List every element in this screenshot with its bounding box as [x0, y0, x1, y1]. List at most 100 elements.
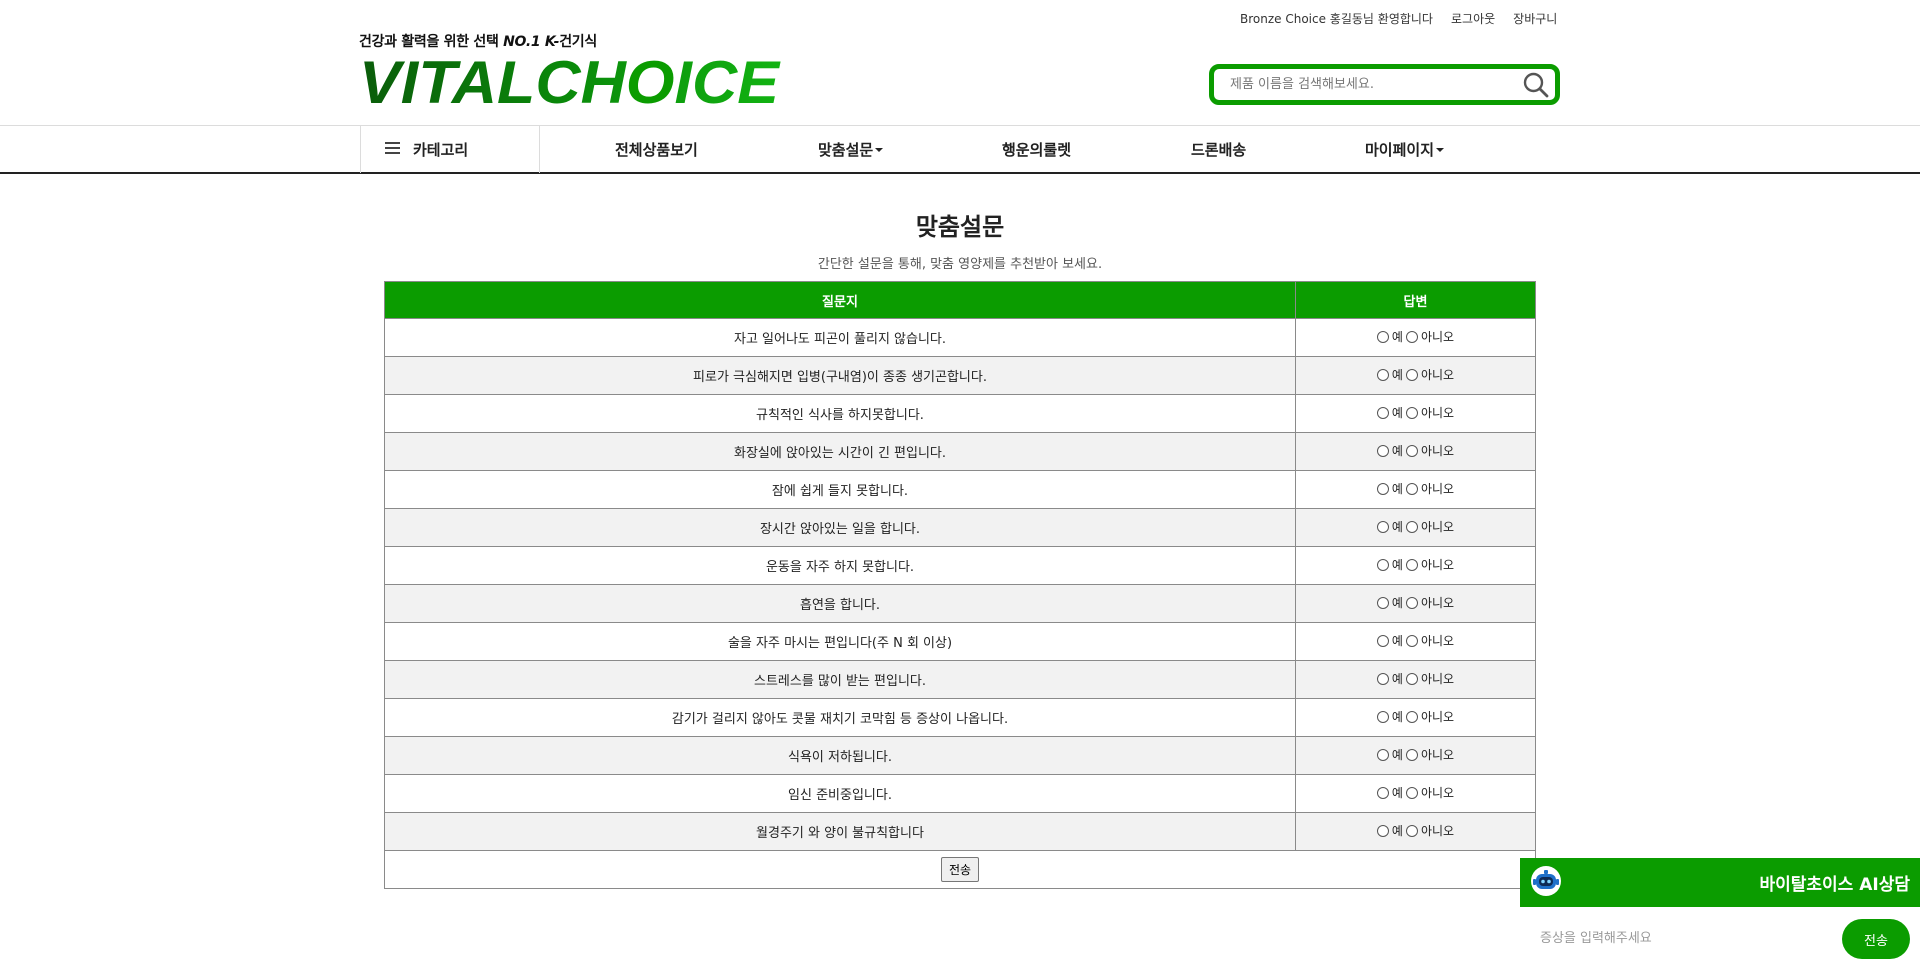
- nav-label: 드론배송: [1191, 141, 1247, 159]
- survey-submit-button[interactable]: 전송: [940, 857, 980, 882]
- radio-no-label: 아니오: [1420, 330, 1455, 345]
- chat-send-button[interactable]: 전송: [1842, 919, 1910, 959]
- radio-yes-label: 예: [1391, 444, 1403, 459]
- radio-no-label: 아니오: [1420, 672, 1455, 687]
- radio-yes[interactable]: [1376, 558, 1389, 571]
- caret-down-icon: [1436, 147, 1445, 152]
- answer-radio-group: 예 아니오: [1376, 670, 1455, 687]
- radio-no[interactable]: [1405, 824, 1418, 837]
- nav-item-custom-survey[interactable]: 맞춤설문: [818, 126, 884, 173]
- radio-no-label: 아니오: [1420, 520, 1455, 535]
- tagline-prefix: 건강과 활력을 위한 선택: [359, 34, 499, 50]
- answer-cell: 예 아니오: [1295, 774, 1536, 813]
- submit-row: 전송: [384, 850, 1536, 889]
- radio-yes[interactable]: [1376, 748, 1389, 761]
- radio-no[interactable]: [1405, 710, 1418, 723]
- answer-cell: 예 아니오: [1295, 356, 1536, 395]
- radio-no-label: 아니오: [1420, 634, 1455, 649]
- radio-yes-label: 예: [1391, 748, 1403, 763]
- radio-yes[interactable]: [1376, 368, 1389, 381]
- radio-yes-label: 예: [1391, 786, 1403, 801]
- question-text: 잠에 쉽게 들지 못합니다.: [384, 470, 1296, 509]
- answer-radio-group: 예 아니오: [1376, 480, 1454, 497]
- answer-cell: 예 아니오: [1295, 432, 1536, 471]
- radio-yes[interactable]: [1376, 786, 1389, 799]
- search-icon[interactable]: [1517, 69, 1555, 100]
- category-menu-button[interactable]: 카테고리: [360, 126, 540, 173]
- answer-cell: 예 아니오: [1295, 736, 1536, 775]
- svg-text:VITALCHOICE: VITALCH OICE: [359, 53, 781, 109]
- table-row: 피로가 극심해지면 입병(구내염)이 종종 생기곤합니다. 예 아니오: [384, 356, 1536, 395]
- radio-yes[interactable]: [1376, 672, 1389, 685]
- nav-item-drone-delivery[interactable]: 드론배송: [1191, 126, 1246, 173]
- nav-item-lucky-roulette[interactable]: 행운의룰렛: [1002, 126, 1071, 173]
- answer-cell: 예 아니오: [1295, 698, 1536, 737]
- table-row: 자고 일어나도 피곤이 풀리지 않습니다. 예 아니오: [384, 318, 1536, 357]
- logout-link[interactable]: 로그아웃: [1451, 10, 1495, 27]
- radio-yes[interactable]: [1376, 330, 1389, 343]
- table-row: 월경주기 와 양이 불규칙합니다 예 아니오: [384, 812, 1536, 851]
- radio-yes[interactable]: [1376, 596, 1389, 609]
- column-header-question: 질문지: [384, 281, 1296, 319]
- radio-no[interactable]: [1405, 482, 1418, 495]
- radio-yes[interactable]: [1376, 520, 1389, 533]
- question-text: 자고 일어나도 피곤이 풀리지 않습니다.: [384, 318, 1296, 357]
- welcome-text: Bronze Choice 홍길동님 환영합니다: [1240, 12, 1433, 26]
- search-bar: [1209, 64, 1560, 105]
- nav-label: 맞춤설문: [818, 141, 874, 159]
- radio-no-label: 아니오: [1420, 710, 1455, 725]
- radio-yes[interactable]: [1376, 824, 1389, 837]
- radio-no[interactable]: [1405, 596, 1418, 609]
- question-text: 임신 준비중입니다.: [384, 774, 1296, 813]
- radio-yes-label: 예: [1391, 710, 1403, 725]
- radio-no[interactable]: [1405, 672, 1418, 685]
- radio-yes[interactable]: [1376, 710, 1389, 723]
- radio-yes[interactable]: [1376, 482, 1389, 495]
- radio-no[interactable]: [1405, 444, 1418, 457]
- answer-radio-group: 예 아니오: [1376, 746, 1454, 763]
- radio-no[interactable]: [1405, 406, 1418, 419]
- table-row: 흡연을 합니다. 예 아니오: [384, 584, 1536, 623]
- cart-link[interactable]: 장바구니: [1513, 10, 1557, 27]
- radio-yes-label: 예: [1391, 482, 1403, 497]
- page-title: 맞춤설문: [915, 213, 1005, 241]
- radio-no[interactable]: [1405, 520, 1418, 533]
- radio-no[interactable]: [1405, 330, 1418, 343]
- radio-no-label: 아니오: [1420, 786, 1455, 801]
- chat-title: 바이탈초이스 AI상담: [1759, 875, 1910, 895]
- radio-yes-label: 예: [1391, 596, 1403, 611]
- question-text: 월경주기 와 양이 불규칙합니다: [384, 812, 1296, 851]
- radio-no-label: 아니오: [1420, 824, 1455, 839]
- submit-cell: 전송: [384, 850, 1536, 889]
- radio-no-label: 아니오: [1420, 596, 1455, 611]
- table-row: 임신 준비중입니다. 예 아니오: [384, 774, 1536, 813]
- radio-no[interactable]: [1405, 748, 1418, 761]
- table-row: 화장실에 앉아있는 시간이 긴 편입니다. 예 아니오: [384, 432, 1536, 471]
- tagline-highlight: NO.1 K-: [503, 34, 560, 50]
- answer-cell: 예 아니오: [1295, 584, 1536, 623]
- radio-no[interactable]: [1405, 558, 1418, 571]
- radio-no[interactable]: [1405, 634, 1418, 647]
- nav-item-mypage[interactable]: 마이페이지: [1365, 126, 1445, 173]
- radio-yes[interactable]: [1376, 406, 1389, 419]
- radio-yes[interactable]: [1376, 634, 1389, 647]
- radio-yes[interactable]: [1376, 444, 1389, 457]
- nav-item-all-products[interactable]: 전체상품보기: [615, 126, 698, 173]
- logo-tagline: 건강과 활력을 위한 선택 NO.1 K-건기식: [359, 31, 783, 51]
- question-text: 술을 자주 마시는 편입니다(주 N 회 이상): [384, 622, 1296, 661]
- ai-chat-header[interactable]: 바이탈초이스 AI상담: [1520, 858, 1920, 907]
- question-text: 흡연을 합니다.: [384, 584, 1296, 623]
- radio-no[interactable]: [1405, 368, 1418, 381]
- column-header-answer: 답변: [1295, 281, 1536, 319]
- hamburger-icon: [385, 141, 401, 159]
- radio-yes-label: 예: [1391, 558, 1403, 573]
- symptom-input[interactable]: [1530, 920, 1830, 956]
- answer-radio-group: 예 아니오: [1376, 366, 1454, 383]
- table-row: 스트레스를 많이 받는 편입니다. 예 아니오: [384, 660, 1536, 699]
- search-input[interactable]: [1214, 69, 1517, 100]
- site-logo[interactable]: 건강과 활력을 위한 선택 NO.1 K-건기식 VITALCH OICE: [359, 31, 783, 109]
- survey-table: 질문지 답변 자고 일어나도 피곤이 풀리지 않습니다. 예 아니오 피로가 극심해지…: [384, 281, 1536, 889]
- answer-radio-group: 예 아니오: [1376, 518, 1455, 535]
- answer-cell: 예 아니오: [1295, 660, 1536, 699]
- radio-no[interactable]: [1405, 786, 1418, 799]
